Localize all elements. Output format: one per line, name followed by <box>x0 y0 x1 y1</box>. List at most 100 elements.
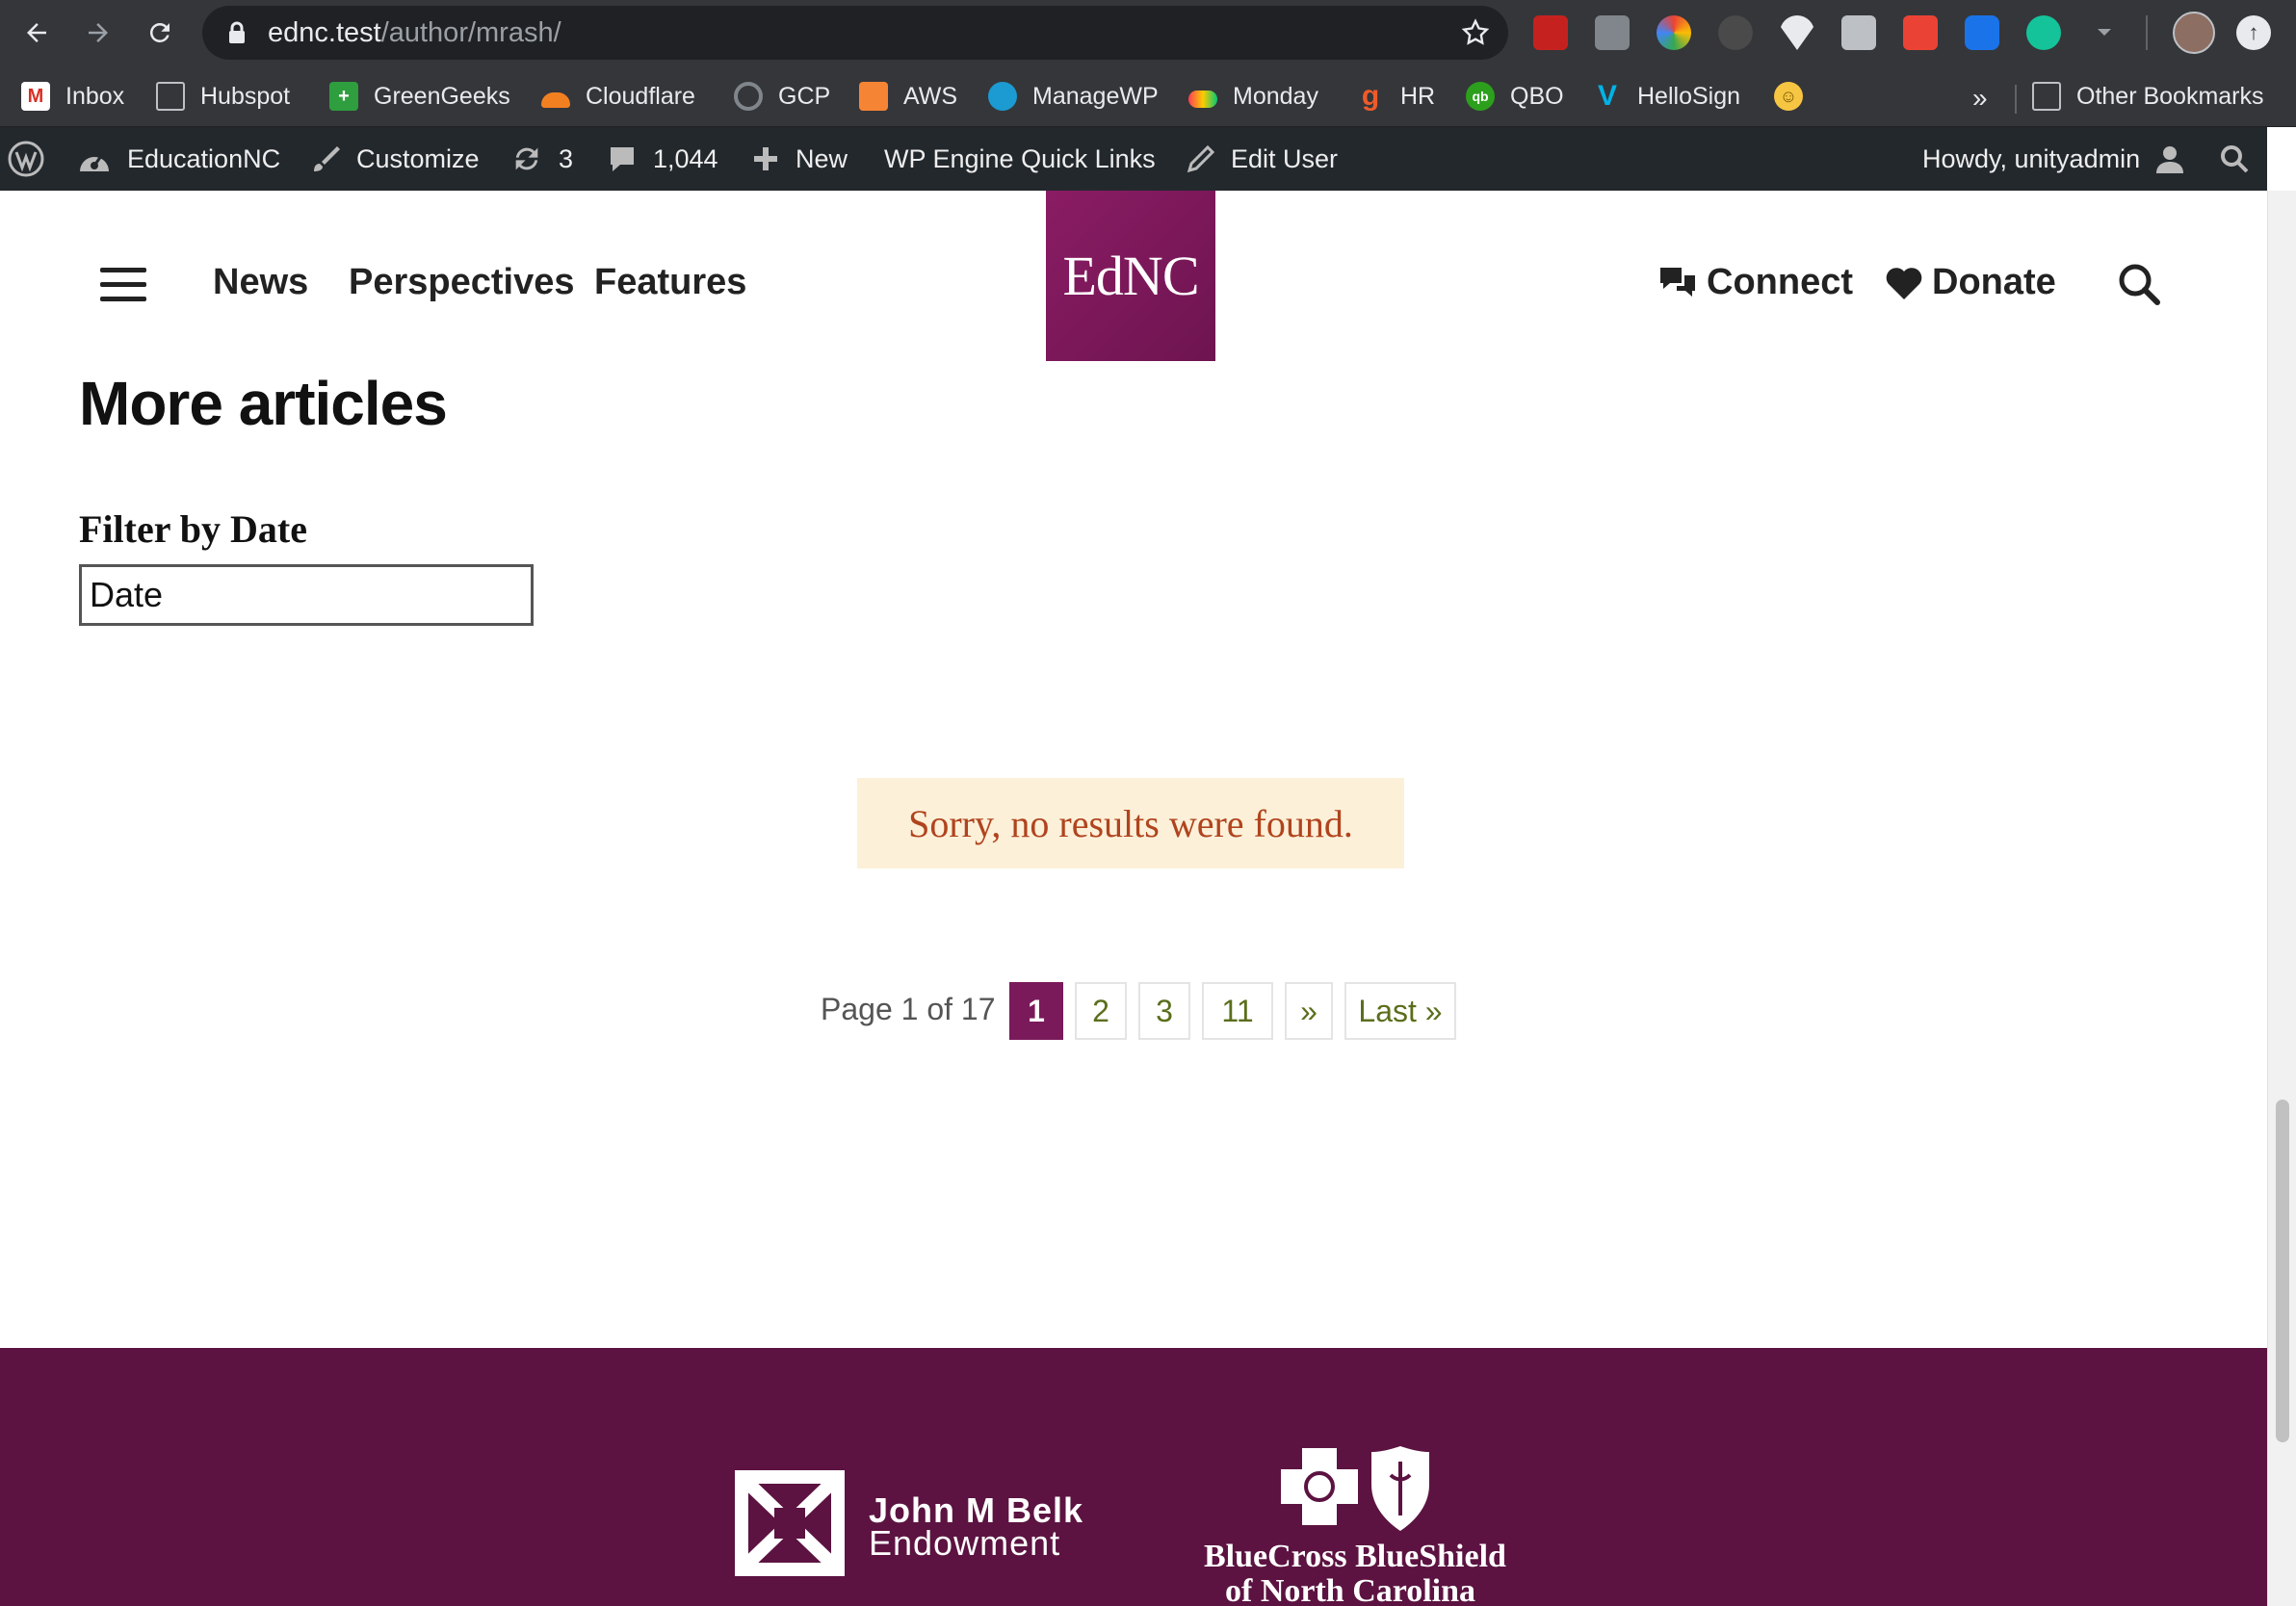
comment-icon <box>611 147 634 171</box>
adminbar-account[interactable]: Howdy, unityadmin <box>1922 127 2186 191</box>
wp-logo-button[interactable] <box>8 127 60 191</box>
adminbar-edit-user[interactable]: Edit User <box>1187 127 1338 191</box>
page: ednc.test/author/mrash/ ↑ M Inbox Hubspot… <box>0 0 2296 1606</box>
bookmark-qbo[interactable]: qb QBO <box>1466 77 1564 116</box>
bookmark-monday[interactable]: Monday <box>1188 77 1318 116</box>
update-icon[interactable]: ↑ <box>2236 15 2271 50</box>
filter-label: Filter by Date <box>79 507 307 551</box>
bookmark-aws[interactable]: AWS <box>859 77 957 116</box>
bookmark-hellosign[interactable]: V HelloSign <box>1593 77 1740 116</box>
extension-chrome-icon[interactable] <box>1657 15 1691 50</box>
page-title: More articles <box>79 369 448 438</box>
address-bar[interactable]: ednc.test/author/mrash/ <box>202 6 1508 60</box>
nav-perspectives[interactable]: Perspectives <box>349 262 575 303</box>
site-logo[interactable]: EdNC <box>1046 191 1215 361</box>
bookmark-smiley[interactable]: ☺ <box>1774 77 1818 116</box>
extension-lighthouse-icon[interactable] <box>1903 15 1938 50</box>
bookmark-greengeeks[interactable]: + GreenGeeks <box>329 77 510 116</box>
page-1-button[interactable]: 1 <box>1009 982 1063 1040</box>
chat-bubbles-icon <box>1660 267 1695 297</box>
adminbar-search[interactable] <box>2219 127 2265 191</box>
hellosign-icon: V <box>1597 80 1617 112</box>
bookmark-star-icon[interactable] <box>1460 17 1491 48</box>
dashboard-icon <box>80 155 109 171</box>
reload-icon <box>149 22 170 42</box>
back-arrow-icon <box>27 23 46 42</box>
page-2-button[interactable]: 2 <box>1075 982 1127 1040</box>
extension-grammarly-icon[interactable] <box>2026 15 2061 50</box>
extension-dropdown-icon[interactable] <box>2096 27 2113 39</box>
bookmark-managewp[interactable]: ManageWP <box>988 77 1159 116</box>
extension-wordpress-icon[interactable] <box>1718 15 1753 50</box>
lock-icon <box>229 21 245 43</box>
search-icon <box>2221 145 2249 173</box>
url-text: ednc.test/author/mrash/ <box>268 17 561 48</box>
adminbar-customize[interactable]: Customize <box>310 127 480 191</box>
nav-connect[interactable]: Connect <box>1657 262 1853 303</box>
nav-news[interactable]: News <box>213 262 308 303</box>
aws-icon <box>859 82 888 111</box>
bookmark-gcp[interactable]: GCP <box>734 77 830 116</box>
bookmark-hr[interactable]: g HR <box>1356 77 1435 116</box>
back-button[interactable] <box>13 10 60 56</box>
no-results-notice: Sorry, no results were found. <box>857 778 1404 868</box>
nav-features[interactable]: Features <box>594 262 746 303</box>
heart-icon <box>1886 267 1922 299</box>
adminbar-site[interactable]: EducationNC <box>77 127 280 191</box>
folder-icon <box>156 82 185 111</box>
greengeeks-icon: + <box>329 82 358 111</box>
pencil-icon <box>1187 144 1215 173</box>
wp-admin-bar: EducationNC Customize 3 1,044 New WP Eng… <box>0 127 2267 191</box>
forward-button[interactable] <box>75 10 121 56</box>
reload-button[interactable] <box>137 10 183 56</box>
adminbar-new[interactable]: New <box>751 127 848 191</box>
page-3-button[interactable]: 3 <box>1138 982 1190 1040</box>
gcp-icon <box>734 82 763 111</box>
brush-icon <box>314 146 340 171</box>
cloudflare-icon <box>541 92 570 108</box>
adminbar-updates[interactable]: 3 <box>510 127 573 191</box>
date-filter-input[interactable] <box>79 564 534 626</box>
sponsor-footer: John M Belk Endowment BlueCross BlueShie… <box>0 1348 2267 1606</box>
user-avatar-icon <box>2156 146 2184 173</box>
page-scrollbar[interactable] <box>2267 191 2296 1606</box>
wordpress-icon <box>8 141 44 177</box>
adminbar-quicklinks[interactable]: WP Engine Quick Links <box>884 127 1156 191</box>
bookmark-cloudflare[interactable]: Cloudflare <box>541 77 695 116</box>
qbo-icon: qb <box>1466 82 1495 111</box>
last-page-button[interactable]: Last » <box>1344 982 1456 1040</box>
belk-endowment-logo[interactable] <box>734 1469 846 1577</box>
extension-hubspot-icon[interactable] <box>1595 15 1630 50</box>
nav-donate[interactable]: Donate <box>1884 262 2056 303</box>
hr-icon: g <box>1361 80 1380 112</box>
bookmarks-divider <box>2015 85 2017 114</box>
updates-icon <box>515 147 538 170</box>
bookmarks-bar: M Inbox Hubspot + GreenGeeks Cloudflare GC… <box>0 65 2296 127</box>
page-11-button[interactable]: 11 <box>1202 982 1273 1040</box>
bookmark-inbox[interactable]: M Inbox <box>21 77 124 116</box>
forward-arrow-icon <box>89 23 108 42</box>
plus-icon <box>754 147 777 170</box>
bcbs-logo[interactable] <box>1281 1446 1435 1533</box>
extension-chat-icon[interactable] <box>1965 15 1999 50</box>
profile-avatar[interactable] <box>2173 12 2215 54</box>
bcbs-name-line2: of North Carolina <box>1225 1573 1476 1606</box>
pagination-label: Page 1 of 17 <box>821 992 996 1026</box>
toolbar-divider <box>2146 15 2148 50</box>
next-page-button[interactable]: » <box>1285 982 1333 1040</box>
menu-toggle-button[interactable] <box>100 268 146 302</box>
managewp-icon <box>988 82 1017 111</box>
bookmark-other[interactable]: Other Bookmarks <box>2032 77 2264 116</box>
adminbar-comments[interactable]: 1,044 <box>607 127 718 191</box>
browser-toolbar: ednc.test/author/mrash/ ↑ <box>0 0 2296 65</box>
extension-camera-icon[interactable] <box>1841 15 1876 50</box>
monday-icon <box>1188 91 1217 108</box>
bookmark-hubspot[interactable]: Hubspot <box>156 77 290 116</box>
bcbs-name-line1: BlueCross BlueShield <box>1204 1539 1506 1574</box>
bookmarks-overflow-button[interactable]: » <box>1972 83 1988 114</box>
extension-diamond-icon[interactable] <box>1780 15 1814 50</box>
extension-lock-icon[interactable] <box>1533 15 1568 50</box>
gmail-icon: M <box>21 82 50 111</box>
site-search-button[interactable] <box>2115 260 2163 308</box>
scrollbar-thumb[interactable] <box>2276 1100 2289 1442</box>
